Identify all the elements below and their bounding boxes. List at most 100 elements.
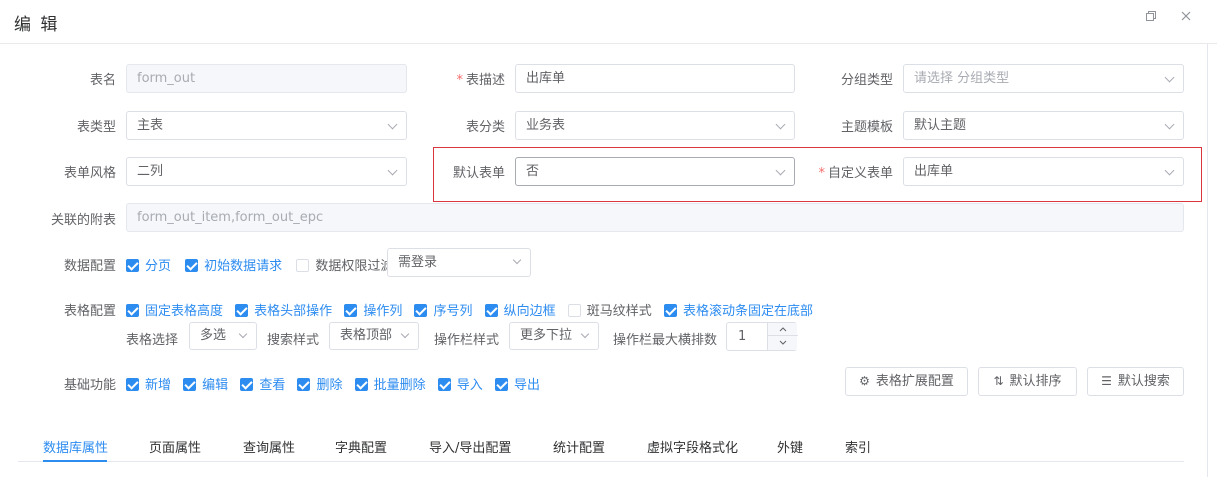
op-max-stepper[interactable]: 1 — [726, 322, 798, 351]
default-search-button[interactable]: ☰ 默认搜索 — [1087, 367, 1184, 396]
form-style-label: 表单风格 — [63, 166, 116, 181]
chevron-down-icon — [512, 255, 522, 265]
checkbox-scrollbar-bottom[interactable]: 表格滚动条固定在底部 — [663, 300, 813, 319]
table-name-input[interactable]: form_out — [126, 64, 407, 93]
table-desc-input[interactable]: 出库单 — [515, 64, 795, 93]
checkbox-fixed-height[interactable]: 固定表格高度 — [126, 300, 223, 319]
checkbox-initial-request[interactable]: 初始数据请求 — [185, 255, 282, 274]
search-list-icon: ☰ — [1101, 374, 1112, 388]
checkbox-icon — [354, 378, 368, 391]
login-select[interactable]: 需登录 — [387, 248, 531, 277]
checkbox-data-permission[interactable]: 数据权限过滤 — [296, 255, 393, 274]
op-style-label: 操作栏样式 — [434, 333, 500, 348]
default-form-select[interactable]: 否 — [515, 157, 795, 186]
scrollbar[interactable] — [1207, 44, 1217, 477]
checkbox-icon — [240, 378, 254, 391]
basic-label: 基础功能 — [63, 378, 116, 393]
group-type-label: 分组类型 — [840, 73, 893, 88]
table-category-select[interactable]: 业务表 — [515, 111, 795, 140]
table-desc-label: * 表描述 — [456, 73, 505, 88]
checkbox-icon — [183, 378, 197, 391]
default-sort-button[interactable]: ⇅ 默认排序 — [978, 367, 1077, 396]
selection-select[interactable]: 多选 — [189, 322, 257, 350]
checkbox-export[interactable]: 导出 — [494, 374, 540, 393]
tab-index[interactable]: 索引 — [845, 437, 871, 456]
table-config-label: 表格配置 — [63, 304, 116, 319]
form-style-select[interactable]: 二列 — [126, 157, 407, 186]
active-tab-indicator — [43, 460, 107, 462]
custom-form-label: * 自定义表单 — [818, 166, 893, 181]
tab-page-attributes[interactable]: 页面属性 — [149, 437, 201, 456]
tab-db-attributes[interactable]: 数据库属性 — [43, 437, 108, 456]
sort-icon: ⇅ — [993, 374, 1004, 388]
checkbox-header-ops[interactable]: 表格头部操作 — [235, 300, 332, 319]
chevron-down-icon — [1164, 72, 1175, 83]
search-style-label: 搜索样式 — [267, 333, 320, 348]
group-type-select[interactable]: 请选择 分组类型 — [903, 64, 1184, 93]
checkbox-vertical-border[interactable]: 纵向边框 — [484, 300, 556, 319]
tab-foreign-key[interactable]: 外键 — [777, 437, 803, 456]
tab-import-export[interactable]: 导入/导出配置 — [429, 437, 511, 456]
default-form-label: 默认表单 — [452, 166, 505, 181]
linked-tables-input[interactable]: form_out_item,form_out_epc — [126, 203, 1184, 232]
op-style-select[interactable]: 更多下拉 — [509, 322, 599, 350]
chevron-down-icon — [1164, 165, 1175, 176]
search-style-select[interactable]: 表格顶部 — [329, 322, 419, 350]
chevron-down-icon — [775, 165, 786, 176]
checkbox-stripe[interactable]: 斑马纹样式 — [567, 300, 652, 319]
checkbox-icon — [494, 378, 508, 391]
checkbox-icon — [663, 304, 677, 317]
checkbox-batch-delete[interactable]: 批量删除 — [354, 374, 426, 393]
tabs-divider — [18, 461, 1184, 462]
tab-dict-config[interactable]: 字典配置 — [335, 437, 387, 456]
tab-stats-config[interactable]: 统计配置 — [553, 437, 605, 456]
op-max-value: 1 — [738, 329, 747, 344]
checkbox-icon — [297, 378, 311, 391]
basic-checks: 新增 编辑 查看 删除 批量删除 导入 导出 — [126, 374, 540, 393]
theme-template-select[interactable]: 默认主题 — [903, 111, 1184, 140]
checkbox-icon — [414, 304, 428, 317]
checkbox-op-column[interactable]: 操作列 — [344, 300, 402, 319]
checkbox-index-column[interactable]: 序号列 — [414, 300, 472, 319]
theme-template-label: 主题模板 — [840, 120, 893, 135]
checkbox-icon — [344, 304, 358, 317]
header-divider — [0, 43, 1217, 44]
checkbox-icon — [185, 259, 199, 272]
maximize-icon[interactable] — [1144, 10, 1158, 24]
linked-tables-label: 关联的附表 — [50, 213, 116, 228]
chevron-down-icon — [387, 165, 398, 176]
checkbox-delete[interactable]: 删除 — [297, 374, 342, 393]
close-icon[interactable] — [1179, 10, 1193, 24]
checkbox-icon — [437, 378, 451, 391]
table-type-label: 表类型 — [76, 120, 116, 135]
stepper-up-button[interactable] — [768, 323, 798, 336]
checkbox-icon — [484, 304, 498, 317]
stepper-down-button[interactable] — [768, 337, 798, 350]
dialog-title: 编 辑 — [14, 15, 60, 35]
gear-icon: ⚙ — [859, 374, 870, 388]
table-config-checks: 固定表格高度 表格头部操作 操作列 序号列 纵向边框 斑马纹样式 表格滚动条固定… — [126, 300, 813, 319]
chevron-down-icon — [1164, 119, 1175, 130]
checkbox-view[interactable]: 查看 — [240, 374, 285, 393]
checkbox-paging[interactable]: 分页 — [126, 255, 171, 274]
checkbox-import[interactable]: 导入 — [437, 374, 483, 393]
checkbox-add[interactable]: 新增 — [126, 374, 171, 393]
chevron-down-icon — [775, 119, 786, 130]
tab-virtual-field-format[interactable]: 虚拟字段格式化 — [647, 437, 738, 456]
chevron-down-icon — [238, 329, 248, 339]
checkbox-edit[interactable]: 编辑 — [183, 374, 228, 393]
checkbox-icon — [235, 304, 249, 317]
chevron-down-icon — [387, 119, 398, 130]
checkbox-icon — [126, 378, 139, 391]
table-category-label: 表分类 — [465, 120, 505, 135]
selection-label: 表格选择 — [126, 333, 179, 348]
table-type-select[interactable]: 主表 — [126, 111, 407, 140]
checkbox-icon — [567, 304, 581, 317]
tab-query-attributes[interactable]: 查询属性 — [243, 437, 295, 456]
op-max-label: 操作栏最大横排数 — [613, 333, 718, 348]
custom-form-select[interactable]: 出库单 — [903, 157, 1184, 186]
table-name-label: 表名 — [89, 73, 116, 88]
checkbox-icon — [126, 259, 139, 272]
checkbox-icon — [296, 259, 310, 272]
ext-config-button[interactable]: ⚙ 表格扩展配置 — [845, 367, 968, 396]
